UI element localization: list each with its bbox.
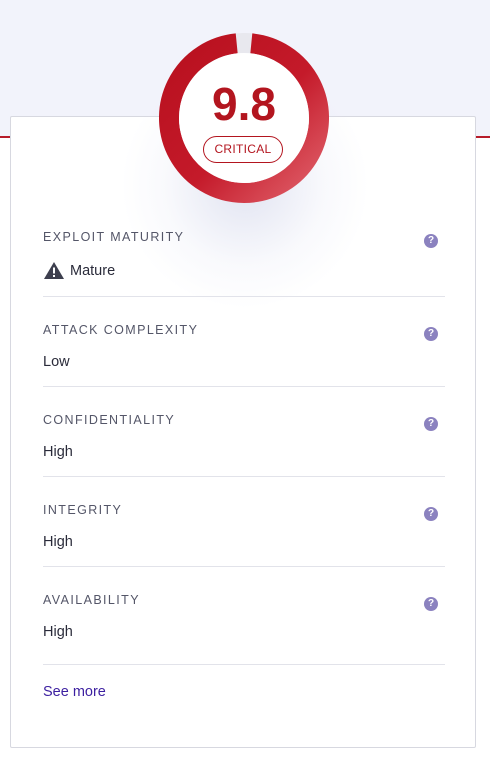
metric-exploit-maturity: EXPLOIT MATURITY Mature ? bbox=[43, 230, 445, 280]
metric-attack-complexity: ATTACK COMPLEXITY Low ? bbox=[43, 323, 445, 373]
metric-label: EXPLOIT MATURITY bbox=[43, 230, 185, 244]
score-gauge: 9.8 CRITICAL bbox=[159, 33, 329, 203]
metric-availability: AVAILABILITY High ? bbox=[43, 593, 445, 643]
help-icon[interactable]: ? bbox=[424, 327, 438, 341]
metric-value: Low bbox=[43, 354, 70, 370]
metric-label: CONFIDENTIALITY bbox=[43, 413, 176, 427]
severity-badge: CRITICAL bbox=[203, 136, 283, 163]
warning-triangle-icon bbox=[44, 262, 64, 279]
divider bbox=[43, 476, 445, 477]
divider bbox=[43, 386, 445, 387]
metric-label: INTEGRITY bbox=[43, 503, 123, 517]
metric-value: High bbox=[43, 534, 73, 550]
metric-value: Mature bbox=[43, 261, 115, 280]
help-icon[interactable]: ? bbox=[424, 597, 438, 611]
divider bbox=[43, 566, 445, 567]
metric-integrity: INTEGRITY High ? bbox=[43, 503, 445, 553]
metric-confidentiality: CONFIDENTIALITY High ? bbox=[43, 413, 445, 463]
help-icon[interactable]: ? bbox=[424, 234, 438, 248]
metric-label: ATTACK COMPLEXITY bbox=[43, 323, 199, 337]
help-icon[interactable]: ? bbox=[424, 417, 438, 431]
score-value: 9.8 bbox=[212, 78, 276, 130]
divider bbox=[43, 664, 445, 665]
metric-value-text: Mature bbox=[70, 262, 116, 279]
help-icon[interactable]: ? bbox=[424, 507, 438, 521]
metric-value: High bbox=[43, 624, 73, 640]
divider bbox=[43, 296, 445, 297]
see-more-link[interactable]: See more bbox=[43, 684, 106, 700]
metric-value: High bbox=[43, 444, 73, 460]
accent-line-right bbox=[475, 136, 490, 138]
metric-label: AVAILABILITY bbox=[43, 593, 140, 607]
